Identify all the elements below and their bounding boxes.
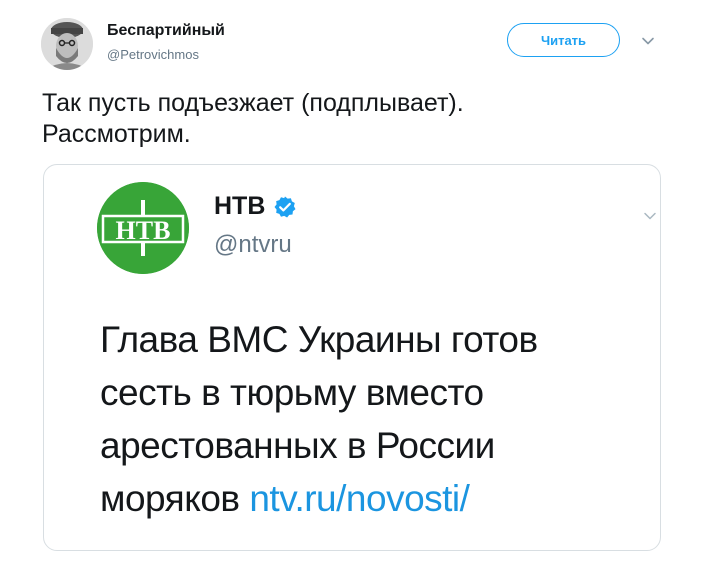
avatar[interactable]: [41, 18, 93, 70]
quoted-tweet-text: Глава ВМС Украины готов сесть в тюрьму в…: [100, 313, 650, 525]
chevron-down-icon[interactable]: [640, 33, 656, 49]
ntv-logo-text: НТВ: [116, 216, 171, 245]
quoted-link[interactable]: ntv.ru/novosti/: [249, 478, 470, 519]
quoted-text-line: сесть в тюрьму вместо: [100, 372, 484, 413]
quoted-text-line: Глава ВМС Украины готов: [100, 319, 538, 360]
tweet-text: Так пусть подъезжает (подплывает). Рассм…: [42, 88, 662, 150]
quoted-text-line: моряков: [100, 478, 240, 519]
quoted-author-name-text[interactable]: НТВ: [214, 192, 265, 221]
tweet-text-line: Так пусть подъезжает (подплывает).: [42, 89, 464, 117]
avatar-image: [41, 18, 93, 70]
ntv-logo[interactable]: НТВ: [97, 182, 189, 274]
quoted-author-handle[interactable]: @ntvru: [214, 231, 292, 259]
author-name[interactable]: Беспартийный: [107, 22, 225, 40]
verified-badge-icon: [273, 195, 297, 219]
quoted-text-last-line: моряков ntv.ru/novosti/: [100, 472, 650, 525]
chevron-down-icon[interactable]: [642, 208, 658, 224]
quoted-tweet-card[interactable]: НТВ НТВ @ntvru Глава ВМС Украины готов с…: [43, 164, 661, 551]
quoted-text-line: арестованных в России: [100, 425, 495, 466]
author-handle[interactable]: @Petrovichmos: [107, 47, 199, 62]
follow-button[interactable]: Читать: [507, 23, 620, 57]
quoted-author-name[interactable]: НТВ: [214, 192, 297, 221]
tweet-text-line: Рассмотрим.: [42, 120, 191, 148]
